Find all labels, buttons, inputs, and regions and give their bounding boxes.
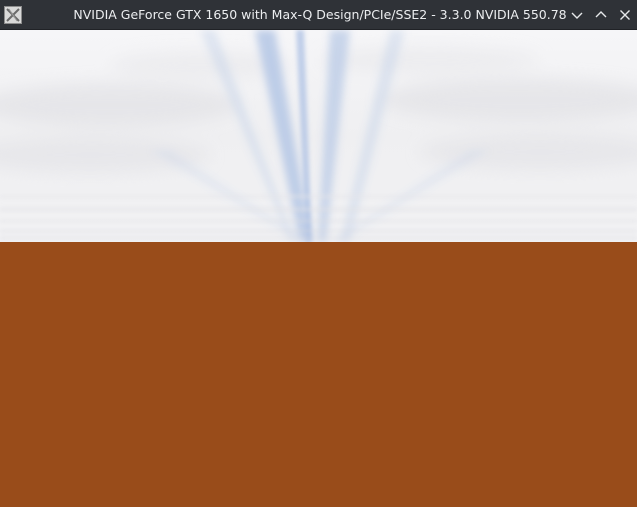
close-button[interactable]	[617, 7, 633, 23]
window-title: NVIDIA GeForce GTX 1650 with Max-Q Desig…	[73, 7, 567, 22]
close-icon	[620, 10, 630, 20]
maximize-button[interactable]	[593, 7, 609, 23]
title-bar[interactable]: NVIDIA GeForce GTX 1650 with Max-Q Desig…	[0, 0, 637, 30]
ground-plane	[0, 242, 637, 507]
x11-app-icon[interactable]	[4, 6, 22, 24]
chevron-up-icon	[595, 11, 607, 18]
sky-skybox	[0, 30, 637, 242]
app-window: NVIDIA GeForce GTX 1650 with Max-Q Desig…	[0, 0, 637, 507]
opengl-viewport[interactable]	[0, 30, 637, 507]
minimize-button[interactable]	[569, 7, 585, 23]
chevron-down-icon	[571, 12, 583, 19]
